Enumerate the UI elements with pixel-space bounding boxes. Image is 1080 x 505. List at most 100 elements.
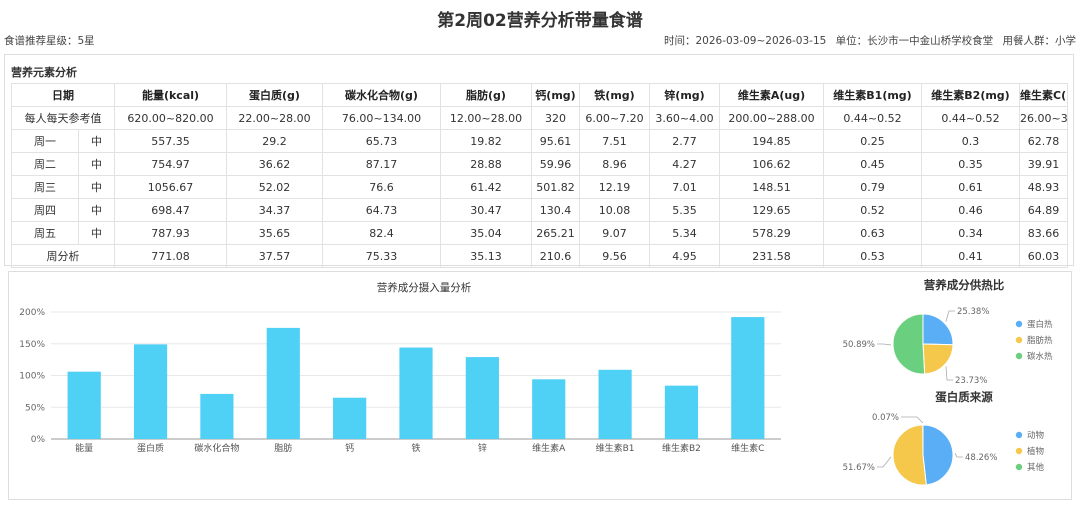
table-cell: 34.37 — [226, 198, 323, 222]
bar — [67, 371, 101, 439]
table-cell: 148.51 — [719, 175, 824, 199]
table-cell: 3.60~4.00 — [649, 106, 720, 130]
table-cell: 0.63 — [823, 221, 922, 245]
table-cell: 130.4 — [531, 198, 580, 222]
table-cell: 0.35 — [921, 152, 1020, 176]
bar — [532, 379, 566, 439]
table-cell: 12.19 — [579, 175, 650, 199]
y-tick-label: 100% — [19, 372, 45, 382]
table-cell: 0.45 — [823, 152, 922, 176]
table-cell: 83.66 — [1019, 221, 1068, 245]
column-header: 铁(mg) — [579, 83, 650, 107]
table-cell: 501.82 — [531, 175, 580, 199]
pie-slice — [922, 313, 954, 346]
y-tick-label: 50% — [25, 403, 45, 413]
column-header: 维生素C(mg) — [1019, 83, 1068, 107]
section-title: 营养元素分析 — [11, 66, 77, 79]
table-cell: 75.33 — [322, 244, 441, 268]
bar — [731, 317, 765, 439]
data-label: 51.67% — [843, 463, 875, 473]
day-label: 周四 — [11, 198, 79, 222]
energy-pie-title: 营养成分供热比 — [923, 278, 1005, 292]
table-cell: 35.13 — [440, 244, 532, 268]
legend-label: 蛋白热 — [1027, 319, 1053, 330]
table-cell: 19.82 — [440, 129, 532, 153]
column-header: 维生素A(ug) — [719, 83, 824, 107]
table-cell: 754.97 — [114, 152, 227, 176]
table-row: 周四中 698.47 34.37 64.73 30.47 130.4 10.08 5.35 12… — [11, 198, 1068, 222]
label-leader-line — [945, 366, 953, 381]
group-text: 用餐人群：小学 — [1002, 35, 1077, 47]
data-label: 48.26% — [965, 453, 997, 463]
x-tick-label: 碳水化合物 — [194, 442, 239, 454]
data-label: 0.07% — [872, 413, 899, 423]
table-row: 周一中 557.35 29.2 65.73 19.82 95.61 7.51 2.77 194.… — [11, 129, 1068, 153]
day-label: 周五 — [11, 221, 79, 245]
y-tick-label: 150% — [19, 340, 45, 350]
legend-label: 其他 — [1027, 462, 1045, 473]
data-label: 23.73% — [955, 376, 987, 386]
meal-label: 中 — [78, 129, 115, 153]
meta-info: 时间：2026-03-09~2026-03-15 单位：长沙市一中金山桥学校食堂… — [658, 33, 1076, 48]
column-header: 蛋白质(g) — [226, 83, 323, 107]
y-tick-label: 200% — [19, 308, 45, 318]
table-row: 周二中 754.97 36.62 87.17 28.88 59.96 8.96 4.27 106… — [11, 152, 1068, 176]
legend-label: 脂肪热 — [1027, 335, 1053, 346]
table-header-row: 日期 能量(kcal) 蛋白质(g) 碳水化合物(g) 脂肪(g) 钙(mg) 铁(mg) 锌… — [11, 83, 1068, 107]
day-label: 周二 — [11, 152, 79, 176]
meal-label: 中 — [78, 152, 115, 176]
x-tick-label: 维生素C — [731, 442, 764, 454]
data-label: 25.38% — [957, 307, 989, 317]
table-cell: 7.01 — [649, 175, 720, 199]
table-cell: 5.35 — [649, 198, 720, 222]
table-cell: 28.88 — [440, 152, 532, 176]
table-cell: 76.6 — [322, 175, 441, 199]
x-tick-label: 锌 — [478, 442, 487, 454]
column-header: 锌(mg) — [649, 83, 720, 107]
table-cell: 0.46 — [921, 198, 1020, 222]
table-cell: 35.04 — [440, 221, 532, 245]
table-cell: 39.91 — [1019, 152, 1068, 176]
table-cell: 557.35 — [114, 129, 227, 153]
table-cell: 578.29 — [719, 221, 824, 245]
nutrition-table: 日期 能量(kcal) 蛋白质(g) 碳水化合物(g) 脂肪(g) 钙(mg) 铁(mg) 锌… — [11, 83, 1068, 268]
x-tick-label: 蛋白质 — [137, 442, 164, 454]
legend-marker — [1015, 336, 1023, 344]
x-tick-label: 维生素A — [532, 442, 566, 454]
column-header: 维生素B2(mg) — [921, 83, 1020, 107]
period-text: 时间：2026-03-09~2026-03-15 — [663, 35, 827, 47]
label-leader-line — [945, 310, 955, 322]
bar — [664, 385, 699, 439]
column-header: 能量(kcal) — [114, 83, 227, 107]
pie-slice — [892, 424, 927, 486]
table-cell: 36.62 — [226, 152, 323, 176]
bar — [399, 347, 433, 439]
table-cell: 26.00~36.00 — [1019, 106, 1068, 130]
label-leader-line — [877, 456, 892, 468]
table-cell: 0.3 — [921, 129, 1020, 153]
bar — [200, 393, 234, 439]
bar — [465, 357, 499, 439]
x-tick-label: 钙 — [345, 442, 354, 454]
table-cell: 82.4 — [322, 221, 441, 245]
unit-text: 单位：长沙市一中金山桥学校食堂 — [835, 35, 994, 47]
column-header: 日期 — [11, 83, 115, 107]
table-cell: 65.73 — [322, 129, 441, 153]
row-label: 每人每天参考值 — [11, 106, 115, 130]
table-cell: 62.78 — [1019, 129, 1068, 153]
legend-marker — [1015, 463, 1023, 471]
table-cell: 8.96 — [579, 152, 650, 176]
day-label: 周一 — [11, 129, 79, 153]
table-cell: 210.6 — [531, 244, 580, 268]
charts-panel: 营养成分摄入量分析 0% 50% 100% 150% 200% 能量 蛋白质 碳水化合物 脂肪 钙… — [8, 271, 1072, 500]
table-cell: 59.96 — [531, 152, 580, 176]
table-cell: 1056.67 — [114, 175, 227, 199]
table-cell: 129.65 — [719, 198, 824, 222]
x-tick-label: 铁 — [411, 442, 420, 454]
table-cell: 200.00~288.00 — [719, 106, 824, 130]
pie-slice — [892, 313, 926, 375]
table-cell: 52.02 — [226, 175, 323, 199]
table-cell: 320 — [531, 106, 580, 130]
table-cell: 35.65 — [226, 221, 323, 245]
column-header: 碳水化合物(g) — [322, 83, 441, 107]
